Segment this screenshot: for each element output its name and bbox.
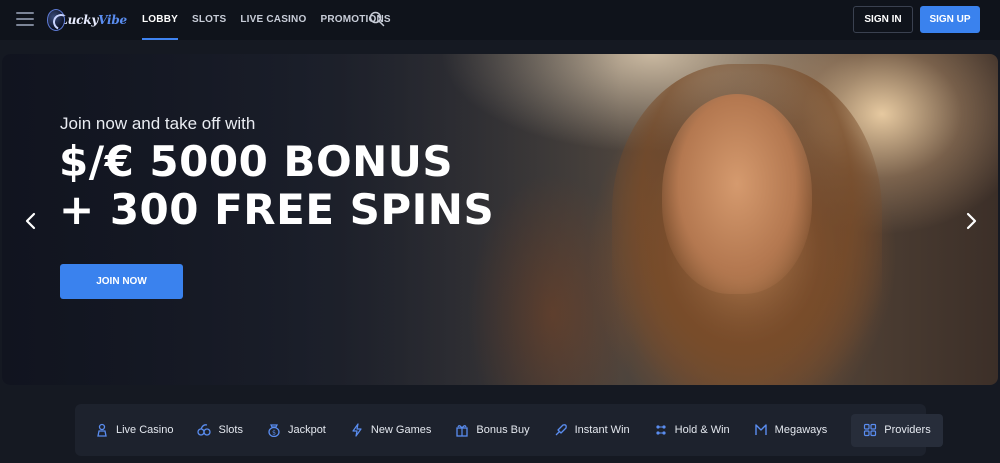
category-bonus-buy[interactable]: Bonus Buy bbox=[455, 414, 530, 446]
category-megaways[interactable]: Megaways bbox=[754, 414, 828, 446]
category-label: Megaways bbox=[774, 424, 828, 436]
logo-text: LuckyVibe bbox=[59, 13, 127, 27]
sign-in-button[interactable]: SIGN IN bbox=[853, 6, 913, 33]
new-games-icon bbox=[350, 423, 364, 437]
hero-title: $/€ 5000 BONUS + 300 FREE SPINS bbox=[59, 138, 494, 234]
chevron-right-icon[interactable] bbox=[964, 212, 978, 230]
hold-win-icon bbox=[654, 423, 668, 437]
category-jackpot[interactable]: $ Jackpot bbox=[267, 414, 326, 446]
category-slots[interactable]: Slots bbox=[197, 414, 243, 446]
join-now-button[interactable]: JOIN NOW bbox=[60, 264, 183, 299]
nav-item-slots[interactable]: SLOTS bbox=[192, 0, 226, 40]
live-casino-icon bbox=[95, 423, 109, 437]
instant-win-icon bbox=[554, 423, 568, 437]
main-nav: LOBBY SLOTS LIVE CASINO PROMOTIONS bbox=[142, 0, 405, 40]
hero-image-face bbox=[662, 94, 812, 294]
category-label: Bonus Buy bbox=[476, 424, 530, 436]
category-bar: Live Casino Slots $ Jackpot New Games Bo… bbox=[75, 404, 943, 456]
nav-item-lobby[interactable]: LOBBY bbox=[142, 0, 178, 40]
category-label: Instant Win bbox=[574, 424, 630, 436]
hero-subtitle: Join now and take off with bbox=[60, 114, 256, 133]
chevron-left-icon[interactable] bbox=[24, 212, 38, 230]
nav-item-live-casino[interactable]: LIVE CASINO bbox=[240, 0, 306, 40]
category-label: Hold & Win bbox=[674, 424, 730, 436]
category-label: Live Casino bbox=[116, 424, 174, 436]
slots-icon bbox=[197, 423, 212, 437]
top-bar: LuckyVibe LOBBY SLOTS LIVE CASINO PROMOT… bbox=[0, 0, 1000, 40]
bonus-buy-icon bbox=[455, 423, 469, 437]
category-label: Slots bbox=[218, 424, 243, 436]
category-label: Jackpot bbox=[287, 424, 326, 436]
logo[interactable]: LuckyVibe bbox=[47, 7, 127, 33]
category-label: New Games bbox=[370, 424, 432, 436]
category-providers[interactable]: Providers bbox=[851, 413, 943, 447]
svg-text:$: $ bbox=[272, 430, 276, 437]
hero-banner[interactable]: Join now and take off with $/€ 5000 BONU… bbox=[2, 54, 998, 385]
megaways-icon bbox=[754, 423, 768, 437]
category-label: Providers bbox=[884, 424, 931, 436]
category-instant-win[interactable]: Instant Win bbox=[554, 414, 630, 446]
search-icon[interactable] bbox=[369, 11, 385, 27]
logo-mark-icon bbox=[47, 9, 66, 31]
hero-title-line1: $/€ 5000 BONUS bbox=[59, 137, 454, 186]
jackpot-icon: $ bbox=[267, 423, 281, 437]
hero-title-line2: + 300 FREE SPINS bbox=[59, 185, 495, 234]
category-hold-win[interactable]: Hold & Win bbox=[654, 414, 730, 446]
category-live-casino[interactable]: Live Casino bbox=[95, 414, 173, 446]
menu-icon[interactable] bbox=[16, 12, 34, 26]
category-new-games[interactable]: New Games bbox=[350, 414, 432, 446]
providers-icon bbox=[863, 423, 877, 437]
sign-up-button[interactable]: SIGN UP bbox=[920, 6, 980, 33]
